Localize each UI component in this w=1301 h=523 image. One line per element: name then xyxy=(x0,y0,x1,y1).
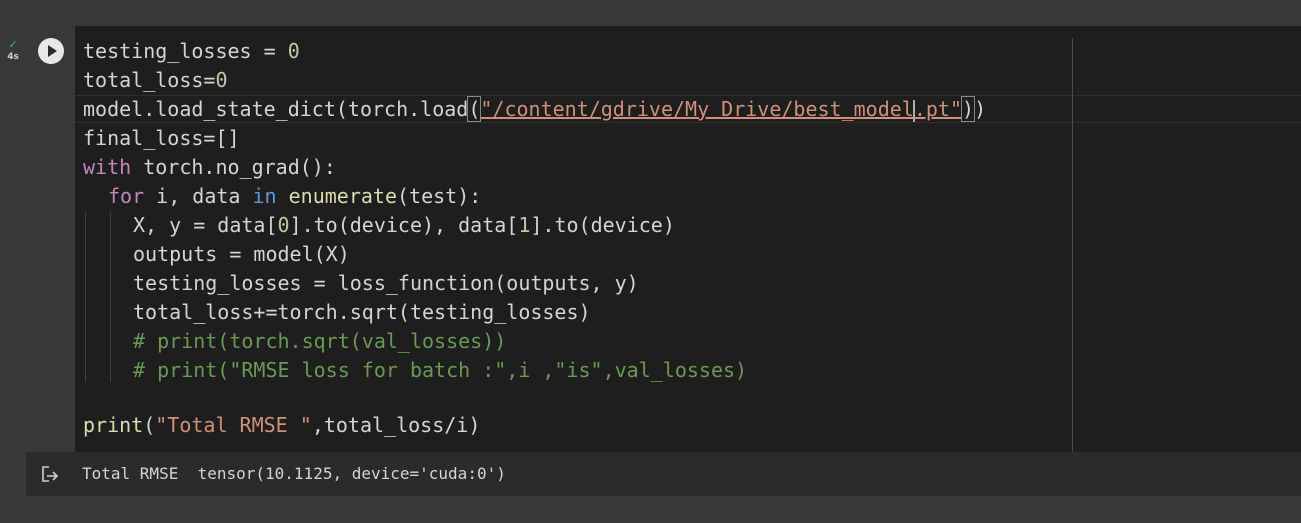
run-cell-button[interactable] xyxy=(38,38,64,64)
code-cell[interactable]: testing_losses = 0 total_loss=0 model.lo… xyxy=(26,26,1301,496)
code-line: final_loss=[] xyxy=(83,126,240,150)
code-line: model.load_state_dict(torch.load("/conte… xyxy=(83,96,987,122)
code-line: # print(torch.sqrt(val_losses)) xyxy=(133,329,507,353)
code-line: print("Total RMSE ",total_loss/i) xyxy=(83,413,481,437)
code-line: total_loss+=torch.sqrt(testing_losses) xyxy=(133,300,591,324)
cell-status: ✓ 4s xyxy=(0,38,26,63)
code-line: outputs = model(X) xyxy=(133,242,350,266)
code-line: with torch.no_grad(): xyxy=(83,155,336,179)
code-line: testing_losses = loss_function(outputs, … xyxy=(133,271,639,295)
code-line: # print("RMSE loss for batch :",i ,"is",… xyxy=(133,358,748,382)
code-line: total_loss=0 xyxy=(83,68,228,92)
execution-time: 4s xyxy=(7,52,19,62)
code-line: X, y = data[0].to(device), data[1].to(de… xyxy=(133,213,675,237)
code-editor[interactable]: testing_losses = 0 total_loss=0 model.lo… xyxy=(75,26,1301,452)
cell-output: Total RMSE tensor(10.1125, device='cuda:… xyxy=(26,452,1301,496)
code-line: for i, data in enumerate(test): xyxy=(108,184,482,208)
check-icon: ✓ xyxy=(9,37,17,52)
cell-gutter xyxy=(26,26,75,452)
indent-guide xyxy=(85,212,86,382)
code-line: testing_losses = 0 xyxy=(83,39,300,63)
output-redirect-icon[interactable] xyxy=(40,464,60,484)
output-text: Total RMSE tensor(10.1125, device='cuda:… xyxy=(82,464,506,483)
editor-ruler xyxy=(1072,38,1073,452)
top-bar xyxy=(0,0,1301,26)
indent-guide xyxy=(110,212,111,382)
